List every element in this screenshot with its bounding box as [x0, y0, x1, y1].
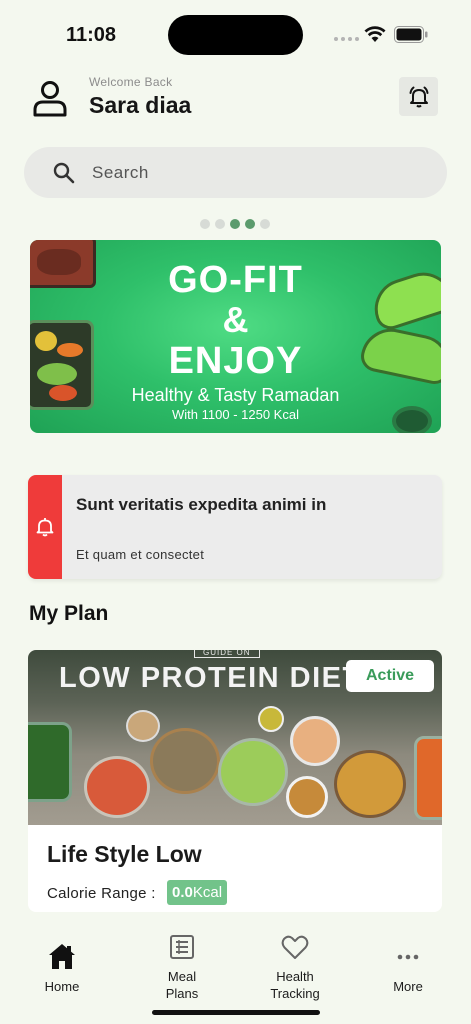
calorie-range-label: Calorie Range :	[47, 885, 156, 902]
shrimp-bowl	[290, 716, 340, 766]
notifications-button[interactable]	[399, 77, 438, 116]
heart-icon	[281, 935, 309, 959]
nav-label-meal-plans: Meal Plans	[165, 969, 199, 1001]
home-icon	[49, 944, 75, 969]
carousel-dot[interactable]	[260, 219, 270, 229]
carousel-dot[interactable]	[215, 219, 225, 229]
cellular-signal-icon	[334, 37, 359, 41]
banner-subheadline: ENJOY	[168, 340, 303, 382]
nav-item-more[interactable]: More	[363, 942, 453, 995]
nuts-bowl	[126, 710, 160, 742]
guide-label: GUIDE ON	[194, 650, 260, 658]
alert-strip	[28, 475, 62, 579]
plan-name: Life Style Low	[47, 841, 202, 867]
calorie-unit: Kcal	[192, 884, 223, 901]
notification-title: Sunt veritatis expedita animi in	[76, 495, 327, 514]
status-bar: 11:08	[0, 0, 471, 70]
dynamic-island	[168, 15, 303, 55]
carousel-dot[interactable]	[200, 219, 210, 229]
grapes-bowl	[218, 738, 288, 806]
notification-body: Et quam et consectet	[76, 547, 205, 562]
user-name: Sara diaa	[89, 92, 192, 118]
pasta-bowl	[334, 750, 406, 818]
banner-tagline: Healthy & Tasty Ramadan	[131, 385, 340, 405]
oil-bowl	[258, 706, 284, 732]
bottom-navigation: Home Meal Plans Health Tracking More	[0, 912, 471, 1024]
nav-item-health-tracking[interactable]: Health Tracking	[250, 932, 340, 1002]
header: Welcome Back Sara diaa	[0, 72, 471, 132]
wifi-icon	[364, 26, 386, 42]
nav-label-health-tracking: Health Tracking	[270, 969, 320, 1001]
calorie-value: 0.0	[172, 884, 193, 901]
user-avatar-icon[interactable]	[30, 78, 70, 118]
sauce-bowl	[286, 776, 328, 818]
bell-icon	[36, 518, 54, 537]
home-indicator	[152, 1010, 320, 1015]
carrot-bowl	[414, 736, 442, 820]
apple-bowl	[84, 756, 150, 818]
carousel-dot-active[interactable]	[230, 219, 240, 229]
section-title-my-plan: My Plan	[29, 602, 109, 625]
banner-ampersand: &	[222, 299, 249, 340]
carousel-pagination[interactable]	[200, 219, 270, 229]
promo-banner[interactable]: GO-FIT & ENJOY Healthy & Tasty Ramadan W…	[30, 240, 441, 433]
meal-plans-icon	[170, 935, 194, 959]
nav-label-home: Home	[44, 979, 80, 994]
status-time: 11:08	[66, 24, 117, 46]
battery-icon	[394, 26, 428, 43]
plan-image: GUIDE ON LOW PROTEIN DIET F Active	[28, 650, 442, 825]
nav-label-more: More	[393, 979, 423, 994]
carousel-dot-active[interactable]	[245, 219, 255, 229]
grain-bowl	[150, 728, 220, 794]
notification-card[interactable]: Sunt veritatis expedita animi in Et quam…	[28, 475, 442, 579]
plan-card[interactable]: GUIDE ON LOW PROTEIN DIET F Active Life …	[28, 650, 442, 912]
welcome-text: Welcome Back	[89, 75, 173, 89]
banner-kcal: With 1100 - 1250 Kcal	[172, 407, 299, 422]
search-icon	[53, 162, 75, 184]
bell-ringing-icon	[409, 86, 428, 107]
search-bar[interactable]	[24, 147, 447, 198]
banner-headline: GO-FIT	[168, 259, 303, 301]
nav-item-meal-plans[interactable]: Meal Plans	[137, 932, 227, 1002]
calorie-range-badge: 0.0 Kcal	[167, 880, 228, 905]
plan-status-badge: Active	[346, 660, 434, 692]
spinach-bowl	[28, 722, 72, 802]
more-icon	[397, 954, 419, 960]
nav-item-home[interactable]: Home	[17, 942, 107, 995]
plan-image-headline: LOW PROTEIN DIET F	[59, 662, 391, 694]
search-input[interactable]	[92, 147, 412, 198]
